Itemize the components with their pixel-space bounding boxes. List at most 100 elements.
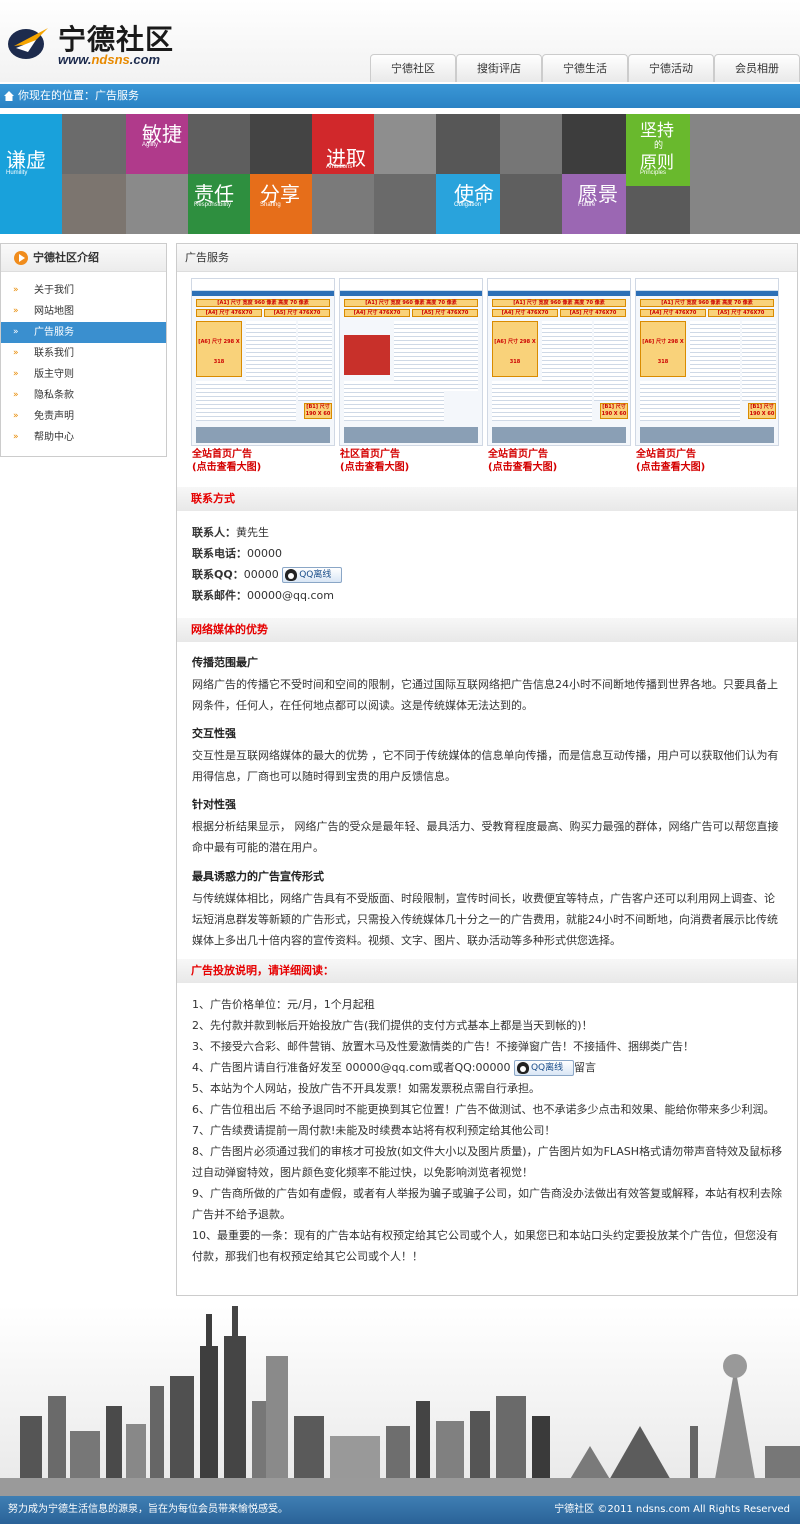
banner-tile-ambitions: 进取 Ambitions — [312, 114, 374, 174]
nav-item-events[interactable]: 宁德活动 — [628, 54, 714, 82]
section-header-advantages: 网络媒体的优势 — [177, 618, 797, 642]
banner-photo — [126, 174, 188, 234]
sidebar-item-sitemap[interactable]: 网站地图 — [1, 301, 166, 322]
banner-tile-future: 愿景 Future — [562, 174, 626, 234]
banner-tile-principles: 坚持 的 原则 Principles — [626, 114, 690, 186]
advantage-title: 最具诱惑力的广告宣传形式 — [192, 870, 324, 883]
banner-tile-humility: 谦虚 Humility — [0, 114, 62, 234]
ad-screenshot[interactable]: [A1] 尺寸 宽度 960 像素 高度 70 像素 [A4] 尺寸 476X7… — [339, 278, 483, 473]
rule-item: 9、广告商所做的广告如有虚假，或者有人举报为骗子或骗子公司，如广告商没办法做出有… — [192, 1187, 782, 1221]
advantage-title: 交互性强 — [192, 727, 236, 740]
logo-url: www.ndsns.com — [58, 52, 161, 67]
contact-block: 联系人：黄先生 联系电话：00000 联系QQ：00000 QQ离线 联系邮件：… — [192, 522, 343, 606]
screenshot-caption[interactable]: 社区首页广告 (点击查看大图) — [340, 448, 409, 474]
email-link[interactable]: 00000@qq.com — [247, 589, 334, 602]
screenshot-thumbnail: [A1] 尺寸 宽度 960 像素 高度 70 像素 [A4] 尺寸 476X7… — [339, 278, 483, 446]
contact-phone: 联系电话：00000 — [192, 547, 282, 560]
advantage-item: 传播范围最广 网络广告的传播它不受时间和空间的限制，它通过国际互联网络把广告信息… — [192, 654, 785, 716]
section-header-contact: 联系方式 — [177, 487, 797, 511]
banner-photo — [436, 114, 500, 174]
site-footer: 努力成为宁德生活信息的源泉，旨在为每位会员带来愉悦感受。 宁德社区 ©2011 … — [0, 1496, 800, 1524]
logo-bird-icon — [8, 28, 48, 59]
banner-photo — [500, 114, 562, 174]
city-skyline-image — [0, 1306, 800, 1496]
advantage-text: 根据分析结果显示， 网络广告的受众是最年轻、最具活力、受教育程度最高、购买力最强… — [192, 820, 779, 854]
banner-photo — [690, 114, 800, 234]
banner-photo — [62, 174, 126, 234]
sidebar-item-privacy[interactable]: 隐私条款 — [1, 385, 166, 406]
banner-photo — [62, 114, 126, 174]
advantage-title: 针对性强 — [192, 798, 236, 811]
footer-slogan: 努力成为宁德生活信息的源泉，旨在为每位会员带来愉悦感受。 — [8, 1504, 288, 1515]
screenshot-thumbnail: [A1] 尺寸 宽度 960 像素 高度 70 像素 [A4] 尺寸 476X7… — [191, 278, 335, 446]
banner-tile-responsibility: 责任 Responsibility — [188, 174, 250, 234]
advantage-item: 交互性强 交互性是互联网络媒体的最大的优势 ，它不同于传统媒体的信息单向传播，而… — [192, 725, 785, 787]
ad-screenshot[interactable]: [A1] 尺寸 宽度 960 像素 高度 70 像素 [A4] 尺寸 476X7… — [487, 278, 631, 473]
qq-offline-button[interactable]: QQ离线 — [282, 567, 343, 583]
advantage-item: 针对性强 根据分析结果显示， 网络广告的受众是最年轻、最具活力、受教育程度最高、… — [192, 796, 785, 858]
nav-item-shop-review[interactable]: 搜街评店 — [456, 54, 542, 82]
main-nav: 宁德社区 搜街评店 宁德生活 宁德活动 会员相册 — [370, 54, 800, 82]
banner-photo — [188, 114, 250, 174]
screenshot-caption[interactable]: 全站首页广告 (点击查看大图) — [636, 448, 705, 474]
banner-photo — [626, 186, 690, 234]
screenshot-thumbnail: [A1] 尺寸 宽度 960 像素 高度 70 像素 [A4] 尺寸 476X7… — [635, 278, 779, 446]
rule-item: 3、不接受六合彩、邮件营销、放置木马及性爱激情类的广告！不接弹窗广告！不接插件、… — [192, 1040, 694, 1053]
qq-offline-button[interactable]: QQ离线 — [513, 1060, 574, 1076]
sidebar-item-disclaimer[interactable]: 免责声明 — [1, 406, 166, 427]
rule-item: 5、本站为个人网站，投放广告不开具发票！如需发票税点需自行承担。 — [192, 1082, 540, 1095]
rule-item: 2、先付款并款到帐后开始投放广告(我们提供的支付方式基本上都是当天到帐的)！ — [192, 1019, 593, 1032]
banner-photo — [250, 114, 312, 174]
culture-banner: 谦虚 Humility 敏捷 Agility 责任 Responsibility… — [0, 114, 800, 234]
advantage-text: 交互性是互联网络媒体的最大的优势 ，它不同于传统媒体的信息单向传播，而是信息互动… — [192, 749, 779, 783]
rules-list: 1、广告价格单位：元/月，1个月起租 2、先付款并款到帐后开始投放广告(我们提供… — [192, 994, 787, 1267]
qq-penguin-icon — [516, 1062, 529, 1074]
ad-screenshot[interactable]: [A1] 尺寸 宽度 960 像素 高度 70 像素 [A4] 尺寸 476X7… — [635, 278, 779, 473]
contact-person: 联系人：黄先生 — [192, 526, 269, 539]
main-content: 广告服务 [A1] 尺寸 宽度 960 像素 高度 70 像素 [A4] 尺寸 … — [176, 243, 798, 1296]
footer-copyright: 宁德社区 ©2011 ndsns.com All Rights Reserved — [554, 1504, 790, 1515]
rule-item: 8、广告图片必须通过我们的审核才可投放(如文件大小以及图片质量)，广告图片如为F… — [192, 1145, 783, 1179]
sidebar: 宁德社区介绍 关于我们 网站地图 广告服务 联系我们 版主守则 隐私条款 免责声… — [0, 243, 167, 457]
home-icon[interactable] — [4, 91, 14, 101]
sidebar-menu: 关于我们 网站地图 广告服务 联系我们 版主守则 隐私条款 免责声明 帮助中心 — [1, 272, 166, 448]
banner-photo — [500, 174, 562, 234]
banner-photo — [374, 174, 436, 234]
advantage-text: 网络广告的传播它不受时间和空间的限制，它通过国际互联网络把广告信息24小时不间断… — [192, 678, 778, 712]
site-header: 宁德社区 www.ndsns.com 宁德社区 搜街评店 宁德生活 宁德活动 会… — [0, 0, 800, 82]
ad-screenshot[interactable]: [A1] 尺寸 宽度 960 像素 高度 70 像素 [A4] 尺寸 476X7… — [191, 278, 335, 473]
sidebar-item-ad-service[interactable]: 广告服务 — [1, 322, 166, 343]
rule-item: 6、广告位租出后 不给予退同时不能更换到其它位置！广告不做测试、也不承诺多少点击… — [192, 1103, 775, 1116]
advantage-title: 传播范围最广 — [192, 656, 258, 669]
advantage-item: 最具诱惑力的广告宣传形式 与传统媒体相比，网络广告具有不受版面、时段限制，宣传时… — [192, 868, 785, 951]
page-title: 广告服务 — [177, 244, 797, 272]
screenshot-thumbnail: [A1] 尺寸 宽度 960 像素 高度 70 像素 [A4] 尺寸 476X7… — [487, 278, 631, 446]
nav-item-life[interactable]: 宁德生活 — [542, 54, 628, 82]
advantage-text: 与传统媒体相比，网络广告具有不受版面、时段限制，宣传时间长，收费便宜等特点，广告… — [192, 892, 778, 947]
sidebar-item-moderator-rules[interactable]: 版主守则 — [1, 364, 166, 385]
breadcrumb-text: 你现在的位置：广告服务 — [18, 89, 139, 102]
rule-item: 4、广告图片请自行准备好发至 00000@qq.com或者QQ:00000 QQ… — [192, 1060, 596, 1076]
banner-tile-obligation: 使命 Obligation — [436, 174, 500, 234]
banner-tile-sharing: 分享 Sharing — [250, 174, 312, 234]
sidebar-header: 宁德社区介绍 — [1, 244, 166, 272]
section-header-rules: 广告投放说明，请详细阅读： — [177, 959, 797, 983]
rule-item: 1、广告价格单位：元/月，1个月起租 — [192, 998, 375, 1011]
nav-item-albums[interactable]: 会员相册 — [714, 54, 800, 82]
nav-item-community[interactable]: 宁德社区 — [370, 54, 456, 82]
rule-item: 10、最重要的一条：现有的广告本站有权预定给其它公司或个人，如果您已和本站口头约… — [192, 1229, 778, 1263]
sidebar-item-contact[interactable]: 联系我们 — [1, 343, 166, 364]
sidebar-item-about[interactable]: 关于我们 — [1, 280, 166, 301]
rule-item: 7、广告续费请提前一周付款!未能及时续费本站将有权利预定给其他公司！ — [192, 1124, 556, 1137]
banner-tile-agility: 敏捷 Agility — [126, 114, 188, 174]
contact-qq: 联系QQ：00000 QQ离线 — [192, 564, 343, 585]
breadcrumb: 你现在的位置：广告服务 — [0, 84, 800, 108]
screenshot-caption[interactable]: 全站首页广告 (点击查看大图) — [488, 448, 557, 474]
banner-photo — [562, 114, 626, 174]
qq-penguin-icon — [285, 569, 298, 581]
ad-screenshots: [A1] 尺寸 宽度 960 像素 高度 70 像素 [A4] 尺寸 476X7… — [191, 278, 787, 478]
site-logo[interactable]: 宁德社区 www.ndsns.com — [6, 14, 206, 70]
sidebar-item-help[interactable]: 帮助中心 — [1, 427, 166, 448]
banner-photo — [374, 114, 436, 174]
screenshot-caption[interactable]: 全站首页广告 (点击查看大图) — [192, 448, 261, 474]
